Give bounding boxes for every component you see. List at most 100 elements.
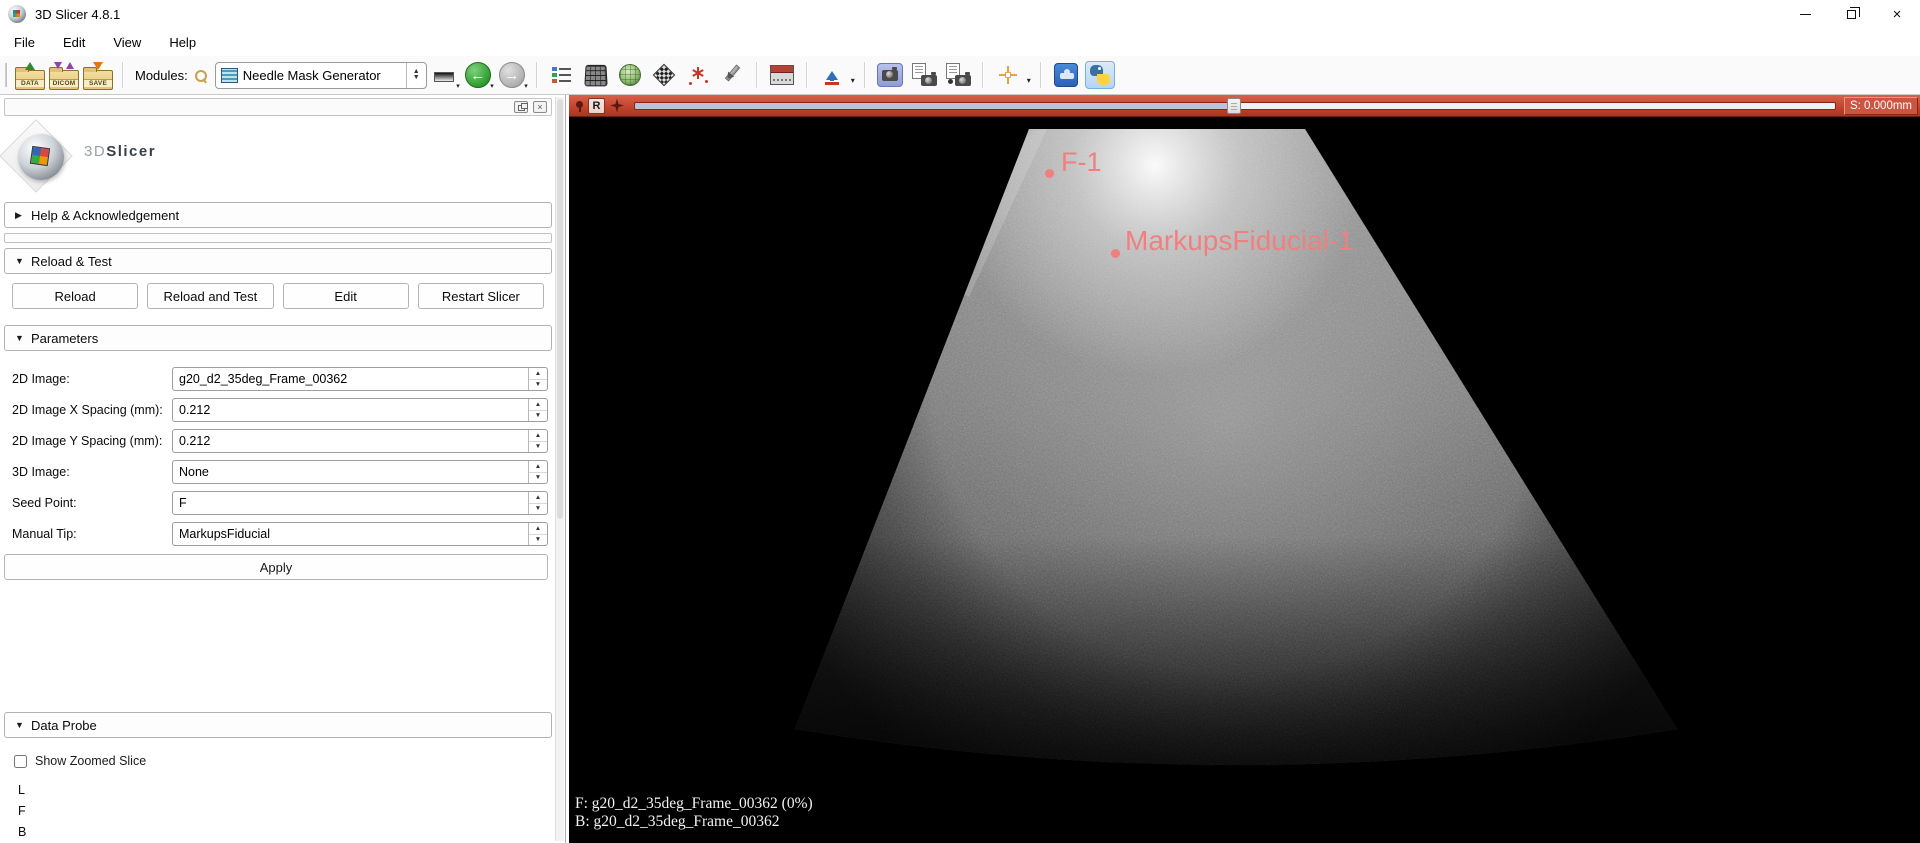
dicom-button[interactable]: DICOM [47, 59, 81, 91]
restore-button[interactable] [1828, 0, 1874, 28]
apply-button[interactable]: Apply [4, 554, 548, 580]
annotations-module-button[interactable] [681, 59, 715, 91]
module-combo-arrows[interactable]: ▲ ▼ [405, 62, 426, 88]
spin-down-icon: ▼ [412, 74, 420, 81]
spin-down-icon: ▼ [534, 443, 542, 451]
3d-image-combo[interactable]: None ▲ ▼ [172, 460, 548, 484]
y-spacing-spinbox[interactable]: ▲▼ [172, 429, 548, 453]
crosshair-icon [998, 65, 1018, 85]
fiducial-star-icon[interactable] [610, 98, 624, 113]
show-zoomed-slice-label: Show Zoomed Slice [35, 754, 147, 768]
seed-point-combo[interactable]: F ▲ ▼ [172, 491, 548, 515]
module-back-button[interactable]: ← ▾ [461, 59, 495, 91]
spinbox-arrows[interactable]: ▲ ▼ [528, 430, 547, 452]
close-button[interactable]: × [1874, 0, 1920, 28]
reload-test-header[interactable]: ▼ Reload & Test [4, 248, 552, 274]
minimize-button[interactable] [1782, 0, 1828, 28]
spin-up-icon: ▲ [529, 368, 547, 380]
window-level-button[interactable] [765, 59, 799, 91]
parameters-header[interactable]: ▼ Parameters [4, 325, 552, 351]
volumes-module-button[interactable] [579, 59, 613, 91]
dropdown-caret-icon[interactable]: ▾ [1027, 76, 1031, 85]
collapsed-section-bar [4, 233, 552, 243]
screenshot-button[interactable] [873, 59, 907, 91]
module-history-button[interactable]: ▾ [427, 59, 461, 91]
menu-edit[interactable]: Edit [53, 31, 95, 54]
slice-slider-handle[interactable] [1226, 97, 1241, 114]
field-label: 2D Image: [12, 372, 70, 386]
combo-arrows[interactable]: ▲ ▼ [528, 492, 547, 514]
module-forward-button[interactable]: → ▾ [495, 59, 529, 91]
save-button[interactable]: SAVE [81, 59, 115, 91]
restore-scene-view-button[interactable] [941, 59, 975, 91]
x-spacing-input[interactable] [173, 403, 528, 417]
pin-icon[interactable] [575, 100, 584, 112]
combo-arrows[interactable]: ▲ ▼ [528, 461, 547, 483]
extensions-manager-icon [1053, 63, 1078, 87]
menu-view[interactable]: View [103, 31, 151, 54]
restart-slicer-button[interactable]: Restart Slicer [417, 283, 544, 309]
dicom-icon: DICOM [49, 61, 79, 90]
up-arrow-icon [824, 65, 840, 85]
help-header-label: Help & Acknowledgement [31, 207, 180, 223]
extensions-manager-button[interactable] [1049, 59, 1083, 91]
menu-bar: File Edit View Help [0, 28, 1920, 56]
menu-help[interactable]: Help [159, 31, 206, 54]
load-data-button[interactable]: DATA [13, 59, 47, 91]
crosshair-button[interactable] [991, 59, 1025, 91]
data-probe-label: Data Probe [31, 717, 97, 733]
data-module-button[interactable] [545, 59, 579, 91]
reload-button[interactable]: Reload [12, 283, 139, 309]
field-label: 2D Image Y Spacing (mm): [12, 434, 163, 448]
form-row-2d-image: 2D Image: g20_d2_35deg_Frame_00362 ▲ ▼ [4, 367, 552, 391]
panel-dock-bar: × [4, 98, 552, 116]
dropdown-caret-icon[interactable]: ▾ [851, 76, 855, 85]
fiducial-point-f1[interactable] [1045, 169, 1054, 178]
window-title: 3D Slicer 4.8.1 [35, 6, 121, 22]
spinbox-arrows[interactable]: ▲ ▼ [528, 399, 547, 421]
slicer-window: 3D Slicer 4.8.1 × File Edit View Help DA… [0, 0, 1920, 843]
scrollbar-thumb[interactable] [557, 99, 563, 519]
slice-offset-slider[interactable] [634, 97, 1836, 114]
dropdown-caret-icon: ▾ [490, 83, 494, 90]
scene-view-button[interactable] [907, 59, 941, 91]
manual-tip-combo[interactable]: MarkupsFiducial ▲ ▼ [172, 522, 548, 546]
seed-point-value: F [179, 496, 187, 510]
toolbar-grip[interactable] [5, 63, 8, 87]
corner-line-foreground: F: g20_d2_35deg_Frame_00362 (0%) [575, 795, 813, 812]
help-acknowledgement-header[interactable]: ▶ Help & Acknowledgement [4, 202, 552, 228]
restore-icon [1846, 6, 1860, 19]
edit-button[interactable]: Edit [282, 283, 409, 309]
show-zoomed-slice-checkbox[interactable] [14, 754, 27, 768]
module-search-icon[interactable] [194, 69, 207, 82]
load-volume-button[interactable] [815, 59, 849, 91]
toolbar-separator [122, 62, 124, 88]
2d-image-combo[interactable]: g20_d2_35deg_Frame_00362 ▲ ▼ [172, 367, 548, 391]
annotation-star-icon [688, 65, 708, 85]
reload-and-test-button[interactable]: Reload and Test [147, 283, 274, 309]
close-panel-icon[interactable]: × [533, 101, 547, 113]
combo-arrows[interactable]: ▲ ▼ [528, 523, 547, 545]
python-console-button[interactable] [1083, 59, 1117, 91]
data-probe-header[interactable]: ▼ Data Probe [4, 712, 552, 738]
y-spacing-input[interactable] [173, 434, 528, 448]
menu-file[interactable]: File [4, 31, 45, 54]
module-panel-inner: × 3DSlicer ▶ Help & Acknowledgement ▼ Re… [0, 95, 556, 843]
module-selector-combo[interactable]: Needle Mask Generator ▲ ▼ [214, 61, 427, 89]
module-icon [220, 67, 238, 83]
transforms-module-button[interactable] [647, 59, 681, 91]
models-module-button[interactable] [613, 59, 647, 91]
parameters-form: 2D Image: g20_d2_35deg_Frame_00362 ▲ ▼ 2D… [4, 367, 552, 580]
editor-module-button[interactable] [715, 59, 749, 91]
restore-scene-view-icon [945, 63, 971, 87]
undock-panel-icon[interactable] [514, 101, 528, 113]
x-spacing-spinbox[interactable]: ▲▼ [172, 398, 548, 422]
data-probe-axis-list: L F B [18, 780, 552, 843]
panel-scrollbar[interactable] [555, 97, 564, 841]
red-slice-viewport[interactable]: F-1 MarkupsFiducial-1 F: g20_d2_35deg_Fr… [569, 117, 1920, 843]
slicer-logo [18, 134, 64, 180]
form-row-seed-point: Seed Point: F ▲ ▼ [4, 491, 552, 515]
orange-down-arrow-icon [93, 61, 103, 70]
combo-arrows[interactable]: ▲ ▼ [528, 368, 547, 390]
fiducial-point-markupsfiducial1[interactable] [1111, 249, 1120, 258]
